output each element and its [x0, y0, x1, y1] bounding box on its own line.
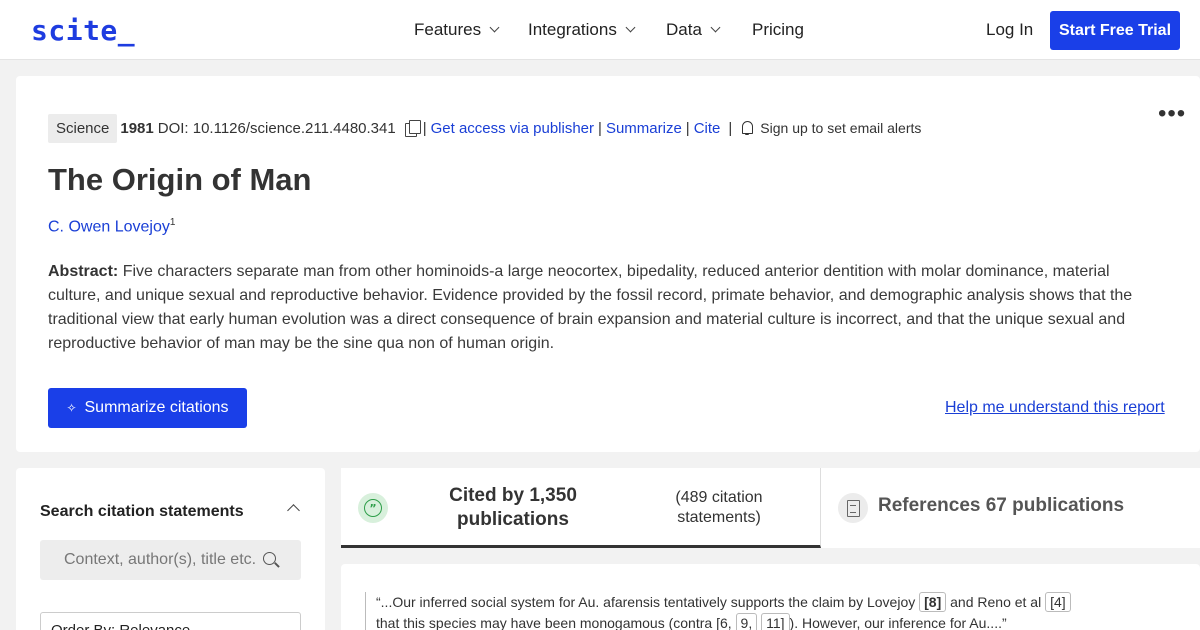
- reference-marker[interactable]: [4]: [1045, 592, 1071, 612]
- citation-search-panel: Search citation statements Context, auth…: [16, 468, 325, 630]
- scite-logo[interactable]: scite_: [31, 14, 135, 47]
- help-understand-link[interactable]: Help me understand this report: [945, 399, 1165, 417]
- separator: |: [598, 119, 602, 137]
- panel-title: Search citation statements: [40, 503, 244, 520]
- search-icon[interactable]: [263, 552, 276, 565]
- references-count: References 67 publications: [878, 495, 1125, 516]
- citation-quote-icon: ”: [358, 493, 388, 523]
- cited-by-count: Cited by 1,350 publications: [449, 485, 577, 530]
- chevron-down-icon: [489, 22, 500, 33]
- author-link[interactable]: C. Owen Lovejoy1: [48, 217, 175, 236]
- document-icon: [838, 493, 868, 523]
- search-placeholder: Context, author(s), title etc.: [64, 551, 257, 568]
- statement-text: and Reno et al: [946, 594, 1046, 610]
- journal-badge: Science: [48, 113, 118, 143]
- chevron-up-icon[interactable]: [287, 504, 300, 517]
- statement-text: “...Our inferred social system for Au. a…: [376, 594, 920, 610]
- quote-bar: [365, 592, 366, 630]
- tab-references[interactable]: References 67 publications: [821, 468, 1200, 548]
- doi-text: DOI: 10.1126/science.211.4480.341: [157, 119, 396, 137]
- citation-statement-text: “...Our inferred social system for Au. a…: [376, 592, 1076, 630]
- paper-title: The Origin of Man: [48, 162, 312, 197]
- author-name[interactable]: C. Owen Lovejoy: [48, 218, 170, 235]
- email-alerts-link[interactable]: Sign up to set email alerts: [760, 120, 921, 136]
- abstract: Abstract: Five characters separate man f…: [48, 260, 1158, 356]
- nav-integrations[interactable]: Integrations: [528, 20, 636, 40]
- reference-marker[interactable]: 9,: [735, 613, 758, 630]
- start-free-trial-button[interactable]: Start Free Trial: [1050, 11, 1180, 50]
- magic-wand-icon: ✧: [66, 401, 77, 415]
- nav-features[interactable]: Features: [414, 20, 500, 40]
- reference-marker[interactable]: [8]: [919, 592, 947, 612]
- bell-icon[interactable]: [740, 120, 754, 136]
- separator: |: [685, 119, 690, 137]
- abstract-text: Five characters separate man from other …: [48, 263, 1133, 352]
- cite-link[interactable]: Cite: [694, 120, 721, 137]
- nav-pricing[interactable]: Pricing: [752, 20, 804, 40]
- publication-year: 1981: [120, 119, 154, 137]
- nav-features-label: Features: [414, 20, 482, 39]
- citation-statements-count: (489 citation statements): [675, 489, 763, 526]
- tab-cited-by[interactable]: ” Cited by 1,350 publications (489 citat…: [341, 468, 821, 548]
- statement-text: that this species may have been monogamo…: [376, 615, 736, 630]
- paper-meta: Science 1981 DOI: 10.1126/science.211.44…: [48, 113, 921, 143]
- more-options-icon[interactable]: •••: [1158, 102, 1186, 126]
- reference-marker[interactable]: 11]: [761, 613, 790, 630]
- nav-pricing-label: Pricing: [752, 20, 804, 39]
- nav-integrations-label: Integrations: [528, 20, 617, 39]
- citation-tabs: ” Cited by 1,350 publications (489 citat…: [341, 468, 1200, 548]
- nav-data-label: Data: [666, 20, 702, 39]
- chevron-down-icon: [710, 22, 721, 33]
- top-navigation: scite_ Features Integrations Data Pricin…: [0, 0, 1200, 60]
- chevron-down-icon: [625, 22, 636, 33]
- copy-icon[interactable]: [404, 120, 421, 137]
- order-by-label: Order By: Relevance: [51, 622, 190, 630]
- access-link[interactable]: Get access via publisher: [431, 120, 594, 137]
- author-affiliation: 1: [169, 217, 176, 228]
- separator: |: [422, 119, 427, 137]
- summarize-citations-label: Summarize citations: [84, 399, 229, 416]
- citation-statement-card: “...Our inferred social system for Au. a…: [341, 564, 1200, 630]
- summarize-link[interactable]: Summarize: [606, 120, 682, 137]
- summarize-citations-button[interactable]: ✧ Summarize citations: [48, 388, 247, 428]
- login-link[interactable]: Log In: [986, 20, 1033, 40]
- separator: |: [728, 119, 733, 137]
- abstract-label: Abstract:: [48, 263, 119, 280]
- paper-card: Science 1981 DOI: 10.1126/science.211.44…: [16, 76, 1200, 452]
- statement-text: ). However, our inference for Au....”: [789, 615, 1007, 630]
- nav-data[interactable]: Data: [666, 20, 721, 40]
